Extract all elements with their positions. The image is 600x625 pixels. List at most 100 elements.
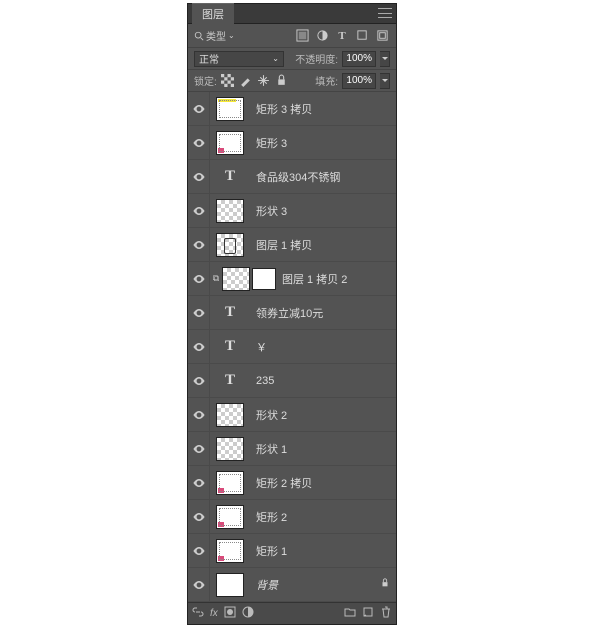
layer-thumb — [222, 267, 250, 291]
layer-name[interactable]: 形状 1 — [250, 441, 396, 457]
layer-list: 矩形 3 拷贝矩形 3 T 食品级304不锈钢形状 3 图层 1 拷贝 ⧉ 图层 1 拷贝… — [188, 92, 396, 602]
visibility-toggle[interactable] — [188, 398, 210, 431]
layer-row[interactable]: 矩形 3 — [188, 126, 396, 160]
layer-thumb — [216, 573, 244, 597]
layer-name[interactable]: 背景 — [250, 577, 380, 593]
layer-name[interactable]: 矩形 3 拷贝 — [250, 101, 396, 117]
layer-name[interactable]: 235 — [250, 375, 396, 387]
layer-name[interactable]: 图层 1 拷贝 — [250, 237, 396, 253]
chevron-down-icon: ⌄ — [228, 31, 235, 40]
layer-row[interactable]: T 领券立减10元 — [188, 296, 396, 330]
opacity-dropdown-icon[interactable] — [380, 51, 390, 67]
filter-text-icon[interactable]: T — [334, 28, 350, 44]
layer-row[interactable]: 形状 2 — [188, 398, 396, 432]
layer-row[interactable]: 矩形 2 — [188, 500, 396, 534]
panel-menu-icon[interactable] — [378, 8, 392, 18]
layer-thumb — [216, 403, 244, 427]
visibility-toggle[interactable] — [188, 432, 210, 465]
text-layer-icon: T — [216, 165, 244, 189]
layer-bottombar: fx — [188, 602, 396, 624]
visibility-toggle[interactable] — [188, 330, 210, 363]
layer-thumb — [216, 97, 244, 121]
visibility-toggle[interactable] — [188, 228, 210, 261]
visibility-toggle[interactable] — [188, 534, 210, 567]
text-layer-icon: T — [216, 369, 244, 393]
layer-name[interactable]: 图层 1 拷贝 2 — [276, 271, 396, 287]
layer-row[interactable]: 矩形 2 拷贝 — [188, 466, 396, 500]
collapse-icon[interactable]: ◄◄ ▤ — [345, 0, 374, 1]
visibility-toggle[interactable] — [188, 160, 210, 193]
visibility-toggle[interactable] — [188, 194, 210, 227]
layer-name[interactable]: 领券立减10元 — [250, 305, 396, 321]
filter-label: 类型 — [206, 28, 226, 43]
visibility-toggle[interactable] — [188, 262, 210, 295]
filter-shape-icon[interactable] — [354, 28, 370, 44]
lock-row: 锁定: 填充: 100% — [188, 70, 396, 92]
adjustment-icon[interactable] — [242, 606, 254, 621]
layer-thumb — [216, 539, 244, 563]
text-layer-icon: T — [216, 301, 244, 325]
visibility-toggle[interactable] — [188, 296, 210, 329]
lock-position-icon[interactable] — [257, 73, 271, 89]
opacity-label: 不透明度: — [295, 51, 338, 66]
layer-row[interactable]: 形状 3 — [188, 194, 396, 228]
layer-mask-thumb — [252, 268, 276, 290]
layers-panel: ◄◄ ▤ 图层 类型 ⌄ T 正常⌄ 不透明度: 100% 锁定: 填充: 10… — [187, 3, 397, 625]
layer-thumb — [216, 471, 244, 495]
layer-row[interactable]: ⧉ 图层 1 拷贝 2 — [188, 262, 396, 296]
lock-all-icon[interactable] — [275, 73, 289, 89]
layer-thumb — [216, 131, 244, 155]
group-icon[interactable] — [344, 606, 356, 621]
blend-row: 正常⌄ 不透明度: 100% — [188, 48, 396, 70]
fill-value[interactable]: 100% — [342, 73, 376, 89]
layer-thumb — [216, 233, 244, 257]
filter-row: 类型 ⌄ T — [188, 24, 396, 48]
tab-layers[interactable]: 图层 — [192, 3, 234, 25]
layer-row[interactable]: 矩形 3 拷贝 — [188, 92, 396, 126]
link-layers-icon[interactable] — [192, 606, 204, 621]
layer-row[interactable]: 形状 1 — [188, 432, 396, 466]
blend-mode-select[interactable]: 正常⌄ — [194, 51, 284, 67]
layer-thumb — [216, 437, 244, 461]
fill-dropdown-icon[interactable] — [380, 73, 390, 89]
trash-icon[interactable] — [380, 606, 392, 621]
lock-pixels-icon[interactable] — [239, 73, 253, 89]
visibility-toggle[interactable] — [188, 126, 210, 159]
layer-row[interactable]: 图层 1 拷贝 — [188, 228, 396, 262]
layer-name[interactable]: 食品级304不锈钢 — [250, 169, 396, 185]
filter-pixel-icon[interactable] — [294, 28, 310, 44]
new-layer-icon[interactable] — [362, 606, 374, 621]
visibility-toggle[interactable] — [188, 568, 210, 601]
visibility-toggle[interactable] — [188, 466, 210, 499]
layer-row[interactable]: T 食品级304不锈钢 — [188, 160, 396, 194]
visibility-toggle[interactable] — [188, 500, 210, 533]
lock-icon — [380, 578, 396, 591]
visibility-toggle[interactable] — [188, 92, 210, 125]
visibility-toggle[interactable] — [188, 364, 210, 397]
layer-name[interactable]: 形状 3 — [250, 203, 396, 219]
fx-icon[interactable]: fx — [210, 608, 218, 619]
layer-name[interactable]: 矩形 1 — [250, 543, 396, 559]
mask-icon[interactable] — [224, 606, 236, 621]
opacity-value[interactable]: 100% — [342, 51, 376, 67]
layer-thumb — [216, 199, 244, 223]
layer-row[interactable]: T￥ — [188, 330, 396, 364]
filter-type-picker[interactable]: 类型 ⌄ — [194, 28, 235, 43]
filter-adjust-icon[interactable] — [314, 28, 330, 44]
layer-row[interactable]: 背景 — [188, 568, 396, 602]
panel-tabbar: 图层 — [188, 4, 396, 24]
layer-name[interactable]: 矩形 2 — [250, 509, 396, 525]
layer-row[interactable]: 矩形 1 — [188, 534, 396, 568]
lock-label: 锁定: — [194, 73, 217, 88]
text-layer-icon: T — [216, 335, 244, 359]
layer-name[interactable]: 矩形 2 拷贝 — [250, 475, 396, 491]
search-icon — [194, 31, 204, 41]
link-icon: ⧉ — [210, 273, 222, 284]
layer-name[interactable]: 形状 2 — [250, 407, 396, 423]
layer-name[interactable]: ￥ — [250, 339, 396, 355]
filter-smart-icon[interactable] — [374, 28, 390, 44]
layer-row[interactable]: T 235 — [188, 364, 396, 398]
layer-thumb — [216, 505, 244, 529]
lock-transparent-icon[interactable] — [221, 73, 235, 89]
layer-name[interactable]: 矩形 3 — [250, 135, 396, 151]
